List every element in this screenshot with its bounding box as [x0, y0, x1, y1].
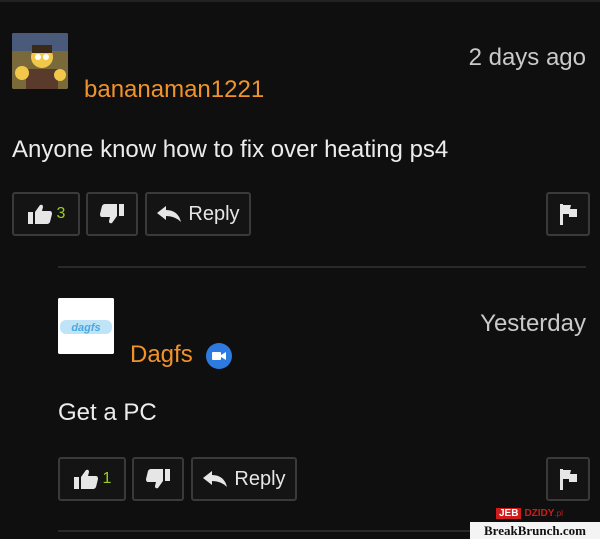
comment-divider	[58, 266, 586, 268]
watermark: JEB DZIDY .pl BreakBrunch.com	[470, 508, 600, 539]
like-count: 3	[56, 205, 66, 222]
timestamp: Yesterday	[480, 310, 586, 337]
video-badge	[206, 343, 232, 369]
watermark-brand: DZIDY	[524, 508, 555, 519]
flag-icon	[560, 469, 577, 490]
user-avatar[interactable]: dagfs	[58, 298, 114, 354]
like-button[interactable]: 1	[58, 457, 126, 501]
reply-arrow-icon	[203, 471, 228, 487]
flag-icon	[560, 204, 577, 225]
username[interactable]: bananaman1221	[84, 76, 264, 104]
reply-label: Reply	[188, 202, 240, 225]
avatar-text: dagfs	[71, 322, 100, 334]
thumbs-up-icon	[73, 469, 98, 489]
comment-2: dagfs Dagfs Yesterday Get a PC 1 Reply	[0, 270, 600, 530]
comment-text: Anyone know how to fix over heating ps4	[12, 136, 449, 163]
video-camera-icon	[212, 352, 226, 360]
reply-label: Reply	[234, 467, 286, 490]
reply-button[interactable]: Reply	[145, 192, 251, 236]
watermark-site: BreakBrunch.com	[470, 522, 600, 539]
username[interactable]: Dagfs	[130, 341, 193, 369]
flag-button[interactable]	[546, 192, 590, 236]
like-count: 1	[102, 470, 112, 487]
flag-button[interactable]	[546, 457, 590, 501]
dislike-button[interactable]	[132, 457, 184, 501]
watermark-suffix: .pl	[554, 509, 563, 518]
comment-1: bananaman1221 2 days ago Anyone know how…	[0, 0, 600, 260]
user-avatar[interactable]	[12, 33, 68, 89]
thumbs-down-icon	[100, 204, 124, 224]
thumbs-down-icon	[146, 469, 170, 489]
watermark-jeb: JEB	[496, 508, 522, 519]
reply-button[interactable]: Reply	[191, 457, 297, 501]
like-button[interactable]: 3	[12, 192, 80, 236]
comment-text: Get a PC	[58, 399, 157, 426]
dislike-button[interactable]	[86, 192, 138, 236]
thumbs-up-icon	[27, 204, 52, 224]
timestamp: 2 days ago	[468, 44, 586, 71]
reply-arrow-icon	[157, 206, 182, 222]
